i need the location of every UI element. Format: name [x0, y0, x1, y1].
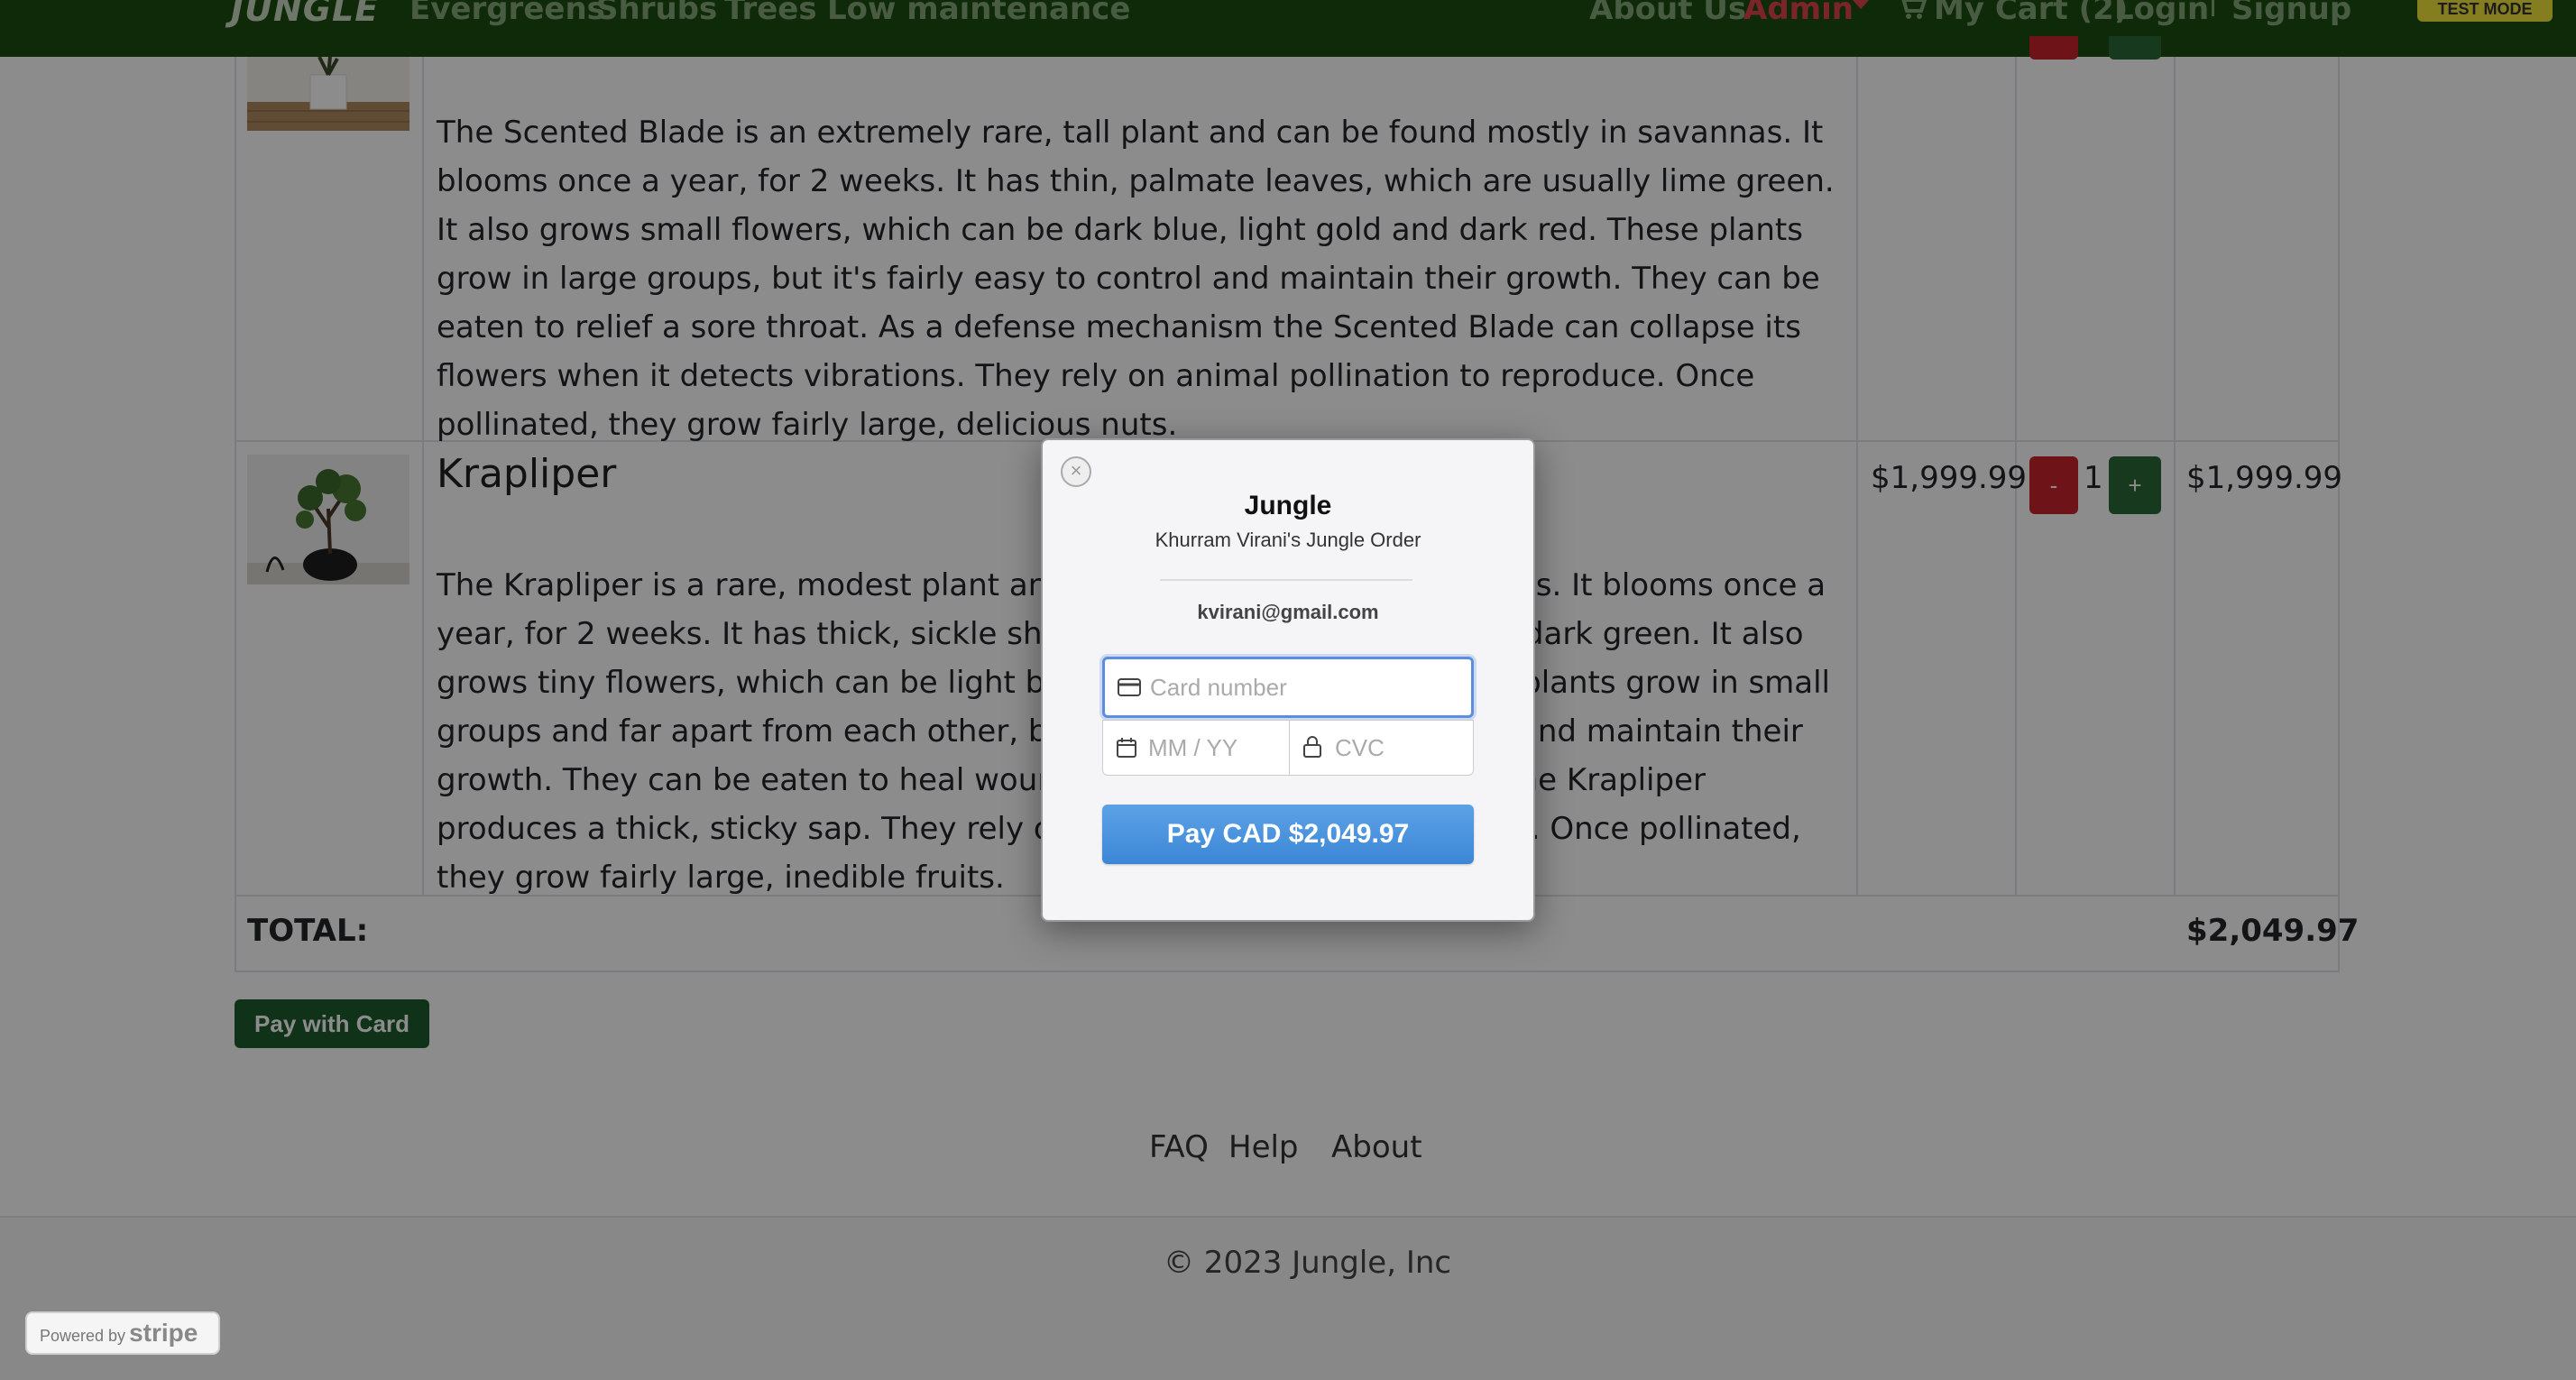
pay-button[interactable]: Pay CAD $2,049.97 — [1102, 805, 1474, 864]
checkout-title: Jungle — [1244, 491, 1332, 520]
close-icon[interactable]: × — [1061, 456, 1091, 487]
powered-by-label: Powered by — [40, 1327, 126, 1345]
checkout-email: kvirani@gmail.com — [1197, 601, 1379, 623]
cvc-placeholder: CVC — [1335, 734, 1385, 761]
checkout-subtitle: Khurram Virani's Jungle Order — [1155, 529, 1421, 551]
card-number-input[interactable]: Card number — [1102, 657, 1474, 718]
divider — [1160, 579, 1412, 581]
card-icon — [1118, 677, 1141, 702]
stripe-logo: stripe — [129, 1319, 198, 1347]
expiry-placeholder: MM / YY — [1148, 734, 1238, 761]
calendar-icon — [1116, 737, 1137, 763]
powered-by-stripe[interactable]: Powered by stripe — [25, 1311, 220, 1355]
lock-icon — [1302, 735, 1322, 763]
expiry-input[interactable]: MM / YY — [1102, 720, 1290, 776]
card-number-placeholder: Card number — [1150, 674, 1287, 701]
checkout-modal: × Jungle Khurram Virani's Jungle Order k… — [1041, 438, 1535, 922]
cvc-input[interactable]: CVC — [1289, 720, 1474, 776]
